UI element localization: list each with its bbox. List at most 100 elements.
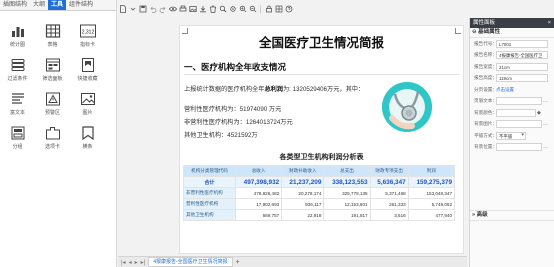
report-height-input[interactable]: 119cm (496, 74, 548, 83)
save-icon[interactable] (138, 5, 147, 14)
search-icon[interactable] (218, 5, 227, 14)
left-tabs: 插图结构 大纲 工具 组件结构 (0, 0, 116, 11)
prop-report-name: 报告名称： 4报康报告-全国医疗卫 (470, 50, 554, 62)
section-advanced[interactable]: » 高级 (470, 210, 554, 221)
paragraph-for-profit[interactable]: 营利性医疗机构为：51974090 万元 (184, 104, 281, 113)
paragraph-bold-text: 总利润 (264, 86, 283, 93)
tool-tab-card[interactable]: 选项卡 (36, 125, 69, 153)
profit-analysis-table[interactable]: 机构分类管理代码 总收入 财政补助收入 总支出 财政专项支出 利润 合计 497… (183, 165, 456, 221)
table-header-row: 机构分类管理代码 总收入 财政补助收入 总支出 财政专项支出 利润 (183, 165, 456, 177)
stethoscope-image (382, 82, 432, 132)
close-icon[interactable]: × (548, 18, 551, 28)
report-canvas[interactable]: 全国医疗卫生情况简报 一、医疗机构全年收支情况 上报统计数据的医疗机构全年总利润… (179, 25, 464, 254)
table-cell: 159,275,379 (407, 176, 456, 188)
warning-area-icon (45, 92, 60, 106)
report-code-input[interactable]: L7001 (496, 39, 548, 48)
tab-component-structure[interactable]: 组件结构 (66, 0, 96, 10)
rich-text-icon (11, 93, 24, 104)
report-title[interactable]: 全国医疗卫生情况简报 (180, 32, 463, 51)
next-page-icon[interactable]: ▸ (135, 259, 138, 266)
table-row: 营利性医疗机构 17,902,693 936,117 12,153,601 26… (183, 198, 456, 210)
medical-photo[interactable] (382, 82, 432, 132)
tiling-select[interactable]: 不平铺 (496, 131, 526, 140)
report-name-input[interactable]: 4报康报告-全国医疗卫 (496, 51, 548, 60)
page-tab-bar: |◂ ◂ ▸ ▸| 4报康报告-全国医疗卫生情况简报 + (118, 256, 467, 267)
paragraph-text: 上报统计数据的医疗机构全年 (184, 86, 265, 93)
color-picker-icon[interactable]: ◆ (537, 110, 541, 116)
indicator-card-icon: 2,312 (79, 24, 96, 38)
add-tab-icon[interactable]: + (236, 259, 240, 266)
settings-icon[interactable] (228, 5, 237, 14)
zoom-in-icon[interactable] (238, 5, 247, 14)
column-header: 财政专项支出 (369, 165, 409, 177)
prop-background-position: 背景位置： … (470, 142, 554, 154)
more-options-icon[interactable]: … (543, 98, 548, 104)
prev-page-icon[interactable]: ◂ (129, 259, 132, 266)
undo-icon[interactable] (148, 5, 157, 14)
tool-filter-condition[interactable]: 过滤条件 (1, 57, 34, 85)
tool-image[interactable]: 图片 (71, 91, 104, 119)
tool-rich-text[interactable]: 富文本 (1, 91, 34, 119)
table-row-total: 合计 497,398,932 21,237,209 338,123,553 5,… (183, 176, 456, 188)
table-cell: 325,778,135 (323, 187, 371, 199)
more-options-icon[interactable]: … (543, 121, 548, 127)
tool-table[interactable]: 表格 (36, 23, 69, 51)
export-icon[interactable] (198, 5, 207, 14)
paragraph-other[interactable]: 其他卫生机构：4521592万 (184, 130, 258, 139)
column-header: 总收入 (234, 165, 283, 177)
print-icon[interactable] (178, 5, 187, 14)
row-label: 非营利性医疗机构 (183, 187, 236, 199)
file-icon[interactable] (118, 5, 127, 14)
image-insert-icon[interactable] (188, 5, 197, 14)
last-page-icon[interactable]: ▸| (141, 259, 146, 266)
prop-report-height: 报告高度： 119cm (470, 73, 554, 85)
tool-group[interactable]: 分组 (1, 125, 34, 153)
tab-tools[interactable]: 工具 (48, 0, 67, 10)
tool-bookmark[interactable]: 快捷收藏 (71, 57, 104, 85)
group-icon (11, 126, 24, 140)
background-color-input[interactable] (496, 108, 536, 117)
lock-icon[interactable] (264, 5, 273, 14)
section-label: 高级 (476, 212, 488, 218)
prop-background-color: 背景颜色： ◆ (470, 107, 554, 119)
tool-tag[interactable]: 横条 (71, 125, 104, 153)
background-image-input[interactable] (496, 120, 542, 129)
table-title[interactable]: 各类型卫生机构利润分析表 (180, 152, 463, 162)
redo-icon[interactable] (158, 5, 167, 14)
tab-outline[interactable]: 大纲 (30, 0, 48, 10)
tool-warning-area[interactable]: 预警区 (36, 91, 69, 119)
tool-filter-panel[interactable]: 筛选面板 (36, 57, 69, 85)
table-cell: 3,516 (369, 209, 409, 221)
more-options-icon[interactable]: … (543, 144, 548, 150)
document-tab[interactable]: 4报康报告-全国医疗卫生情况简报 (148, 257, 233, 267)
first-page-icon[interactable]: |◂ (121, 259, 126, 266)
paragraph-total-profit[interactable]: 上报统计数据的医疗机构全年总利润为: 1320529406万元，其中： (184, 84, 364, 93)
column-header: 机构分类管理代码 (183, 165, 236, 177)
prop-label: 报告代号： (474, 40, 497, 46)
section-title[interactable]: 一、医疗机构全年收支情况 (184, 61, 286, 73)
tab-outline-structure[interactable]: 插图结构 (0, 0, 30, 10)
prop-header-text: 页眉文本： … (470, 96, 554, 108)
grid-icon[interactable] (274, 5, 283, 14)
header-text-input[interactable] (496, 97, 542, 106)
table-cell: 261,333 (369, 198, 409, 210)
preview-icon[interactable] (168, 5, 177, 14)
column-header: 总支出 (323, 165, 371, 177)
chevron-down-icon[interactable] (128, 5, 137, 14)
pagination-settings-link[interactable]: 点击设置 (496, 87, 514, 93)
tool-grid: 统计图 表格 2,312 指标卡 过滤条件 筛选面板 快捷收藏 富文本 预警区 (0, 11, 116, 153)
report-width-input[interactable]: 21cm (496, 62, 548, 71)
section-basic-properties[interactable]: ⊖ 基础属性 (470, 28, 554, 38)
tool-bar-chart[interactable]: 统计图 (1, 23, 34, 51)
zoom-out-icon[interactable] (248, 5, 257, 14)
help-icon[interactable] (284, 5, 293, 14)
background-position-input[interactable] (496, 143, 542, 152)
paragraph-non-profit[interactable]: 非营利性医疗机构为：1264013724万元 (184, 117, 293, 126)
prop-tiling: 平铺方式： 不平铺 (470, 130, 554, 142)
prop-label: 报告名称： (474, 52, 497, 58)
clear-icon[interactable] (208, 5, 217, 14)
tab-card-icon (45, 127, 60, 140)
tool-indicator-card[interactable]: 2,312 指标卡 (71, 23, 104, 51)
tool-label: 富文本 (9, 110, 25, 116)
prop-label: 背景位置： (474, 144, 497, 150)
